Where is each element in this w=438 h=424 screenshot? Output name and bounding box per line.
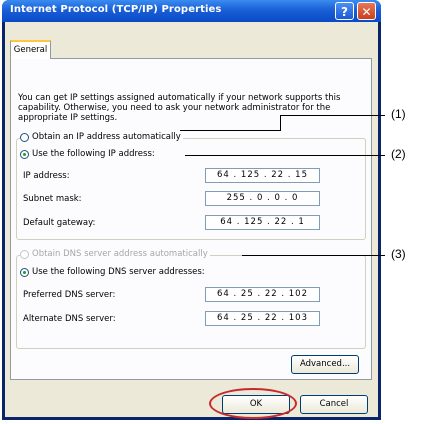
radio-selected-icon [20, 149, 29, 159]
ok-highlight-ring [209, 388, 297, 419]
radio-circle-icon [20, 132, 29, 142]
tab-general[interactable]: General [10, 40, 51, 59]
callout-2: (2) [391, 147, 406, 161]
general-tab-panel: You can get IP settings assigned automat… [10, 58, 372, 380]
callout-1-leader-vertical [280, 115, 281, 131]
cancel-button[interactable]: Cancel [300, 395, 368, 414]
obtain-dns-auto-radio: Obtain DNS server address automatically [20, 249, 210, 259]
window-title: Internet Protocol (TCP/IP) Properties [10, 4, 222, 15]
default-gateway-input[interactable]: 64 . 125 . 22 . 1 [205, 215, 320, 230]
preferred-dns-input[interactable]: 64 . 25 . 22 . 102 [205, 287, 320, 302]
obtain-ip-auto-label: Obtain an IP address automatically [32, 132, 181, 142]
callout-3-leader [242, 255, 385, 256]
default-gateway-label: Default gateway: [23, 218, 96, 228]
use-following-ip-label: Use the following IP address: [32, 149, 155, 159]
callout-3: (3) [391, 247, 406, 261]
alternate-dns-input[interactable]: 64 . 25 . 22 . 103 [205, 311, 320, 326]
dialog-client-area: General You can get IP settings assigned… [5, 22, 378, 417]
radio-circle-icon [20, 249, 29, 259]
ip-address-label: IP address: [23, 171, 70, 181]
obtain-dns-auto-label: Obtain DNS server address automatically [32, 249, 208, 259]
subnet-mask-input[interactable]: 255 . 0 . 0 . 0 [205, 191, 320, 206]
dialog-window: Internet Protocol (TCP/IP) Properties ? … [2, 0, 381, 420]
callout-2-leader [185, 155, 385, 156]
ip-address-input[interactable]: 64 . 125 . 22 . 15 [205, 168, 320, 183]
callout-1-leader [180, 130, 280, 131]
obtain-ip-auto-radio[interactable]: Obtain an IP address automatically [20, 132, 183, 142]
callout-1-leader-top [280, 115, 385, 116]
title-bar[interactable]: Internet Protocol (TCP/IP) Properties ? … [2, 0, 381, 22]
help-button[interactable]: ? [335, 2, 354, 20]
close-button[interactable]: ✕ [357, 2, 376, 20]
advanced-button[interactable]: Advanced... [291, 355, 359, 374]
alternate-dns-label: Alternate DNS server: [23, 314, 116, 324]
preferred-dns-label: Preferred DNS server: [23, 290, 116, 300]
radio-selected-icon [20, 267, 29, 277]
use-following-ip-radio[interactable]: Use the following IP address: [20, 149, 157, 159]
use-following-dns-radio[interactable]: Use the following DNS server addresses: [20, 267, 207, 277]
use-following-dns-label: Use the following DNS server addresses: [32, 267, 205, 277]
callout-1: (1) [391, 107, 406, 121]
subnet-mask-label: Subnet mask: [23, 194, 82, 204]
intro-text: You can get IP settings assigned automat… [18, 93, 341, 123]
